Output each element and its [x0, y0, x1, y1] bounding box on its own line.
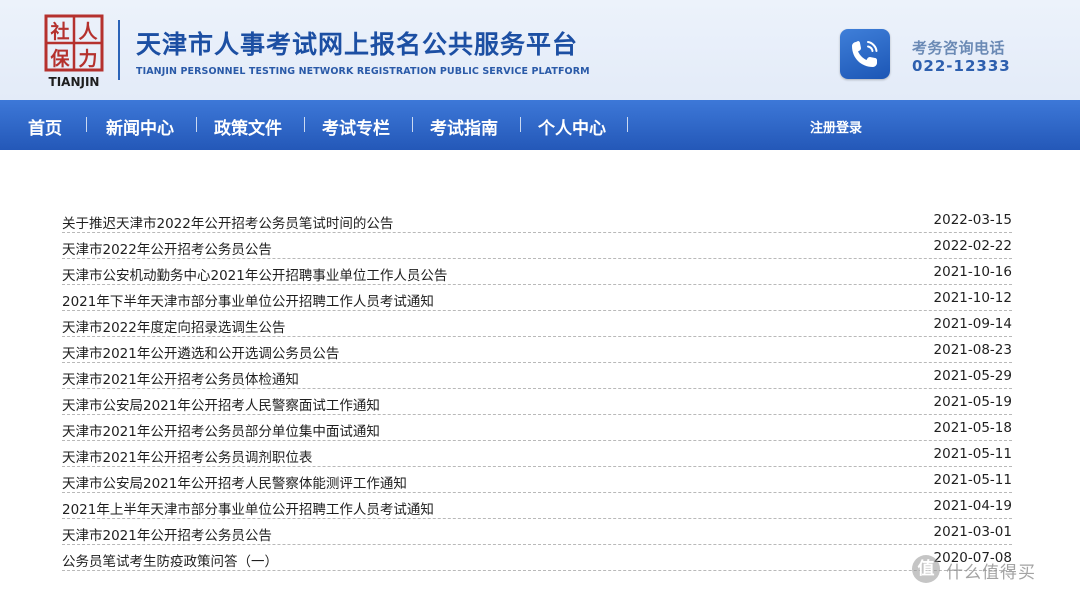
news-date: 2021-05-18: [933, 420, 1012, 436]
list-item[interactable]: 天津市公安局2021年公开招考人民警察面试工作通知 2021-05-19: [62, 389, 1012, 415]
news-date: 2021-05-29: [933, 368, 1012, 384]
news-title-link[interactable]: 天津市2021年公开招考公务员公告: [62, 524, 272, 544]
list-item[interactable]: 天津市2021年公开招考公务员公告 2021-03-01: [62, 519, 1012, 545]
list-item[interactable]: 关于推迟天津市2022年公开招考公务员笔试时间的公告 2022-03-15: [62, 207, 1012, 233]
list-item[interactable]: 天津市公安机动勤务中心2021年公开招聘事业单位工作人员公告 2021-10-16: [62, 259, 1012, 285]
news-title-link[interactable]: 天津市2021年公开招考公务员部分单位集中面试通知: [62, 420, 380, 440]
news-date: 2021-04-19: [933, 498, 1012, 514]
list-item[interactable]: 天津市2021年公开遴选和公开选调公务员公告 2021-08-23: [62, 337, 1012, 363]
list-item[interactable]: 天津市公安局2021年公开招考人民警察体能测评工作通知 2021-05-11: [62, 467, 1012, 493]
nav-separator: [86, 117, 87, 132]
list-item[interactable]: 天津市2022年度定向招录选调生公告 2021-09-14: [62, 311, 1012, 337]
news-title-link[interactable]: 天津市2021年公开遴选和公开选调公务员公告: [62, 342, 339, 362]
logo-char-2: 人: [78, 21, 98, 43]
news-title-link[interactable]: 天津市2021年公开招考公务员体检通知: [62, 368, 299, 388]
logo-char-4: 力: [78, 47, 97, 70]
watermark-badge: 值: [912, 555, 940, 583]
nav-item-exam-guide[interactable]: 考试指南: [430, 114, 498, 139]
main-navbar: 首页 新闻中心 政策文件 考试专栏 考试指南 个人中心 注册登录: [0, 100, 1080, 150]
nav-item-exam-column[interactable]: 考试专栏: [322, 114, 390, 139]
list-item[interactable]: 天津市2021年公开招考公务员体检通知 2021-05-29: [62, 363, 1012, 389]
news-title-link[interactable]: 关于推迟天津市2022年公开招考公务员笔试时间的公告: [62, 212, 393, 232]
hotline-number: 022-12333: [912, 57, 1011, 75]
news-date: 2021-10-16: [933, 264, 1012, 280]
site-subtitle: TIANJIN PERSONNEL TESTING NETWORK REGIST…: [136, 66, 590, 77]
row-divider: [62, 570, 1012, 571]
news-title-link[interactable]: 天津市公安机动勤务中心2021年公开招聘事业单位工作人员公告: [62, 264, 447, 284]
watermark-text: 什么值得买: [946, 563, 1036, 583]
site-title: 天津市人事考试网上报名公共服务平台: [136, 30, 579, 59]
news-date: 2022-02-22: [933, 238, 1012, 254]
nav-separator: [627, 117, 628, 132]
news-date: 2021-05-19: [933, 394, 1012, 410]
logo-char-1: 社: [49, 20, 69, 43]
list-item[interactable]: 天津市2021年公开招考公务员部分单位集中面试通知 2021-05-18: [62, 415, 1012, 441]
list-item[interactable]: 2021年上半年天津市部分事业单位公开招聘工作人员考试通知 2021-04-19: [62, 493, 1012, 519]
news-date: 2021-10-12: [933, 290, 1012, 306]
news-title-link[interactable]: 天津市公安局2021年公开招考人民警察体能测评工作通知: [62, 472, 407, 492]
news-title-link[interactable]: 天津市2022年公开招考公务员公告: [62, 238, 272, 258]
news-title-link[interactable]: 天津市2021年公开招考公务员调剂职位表: [62, 446, 312, 466]
nav-item-home[interactable]: 首页: [28, 114, 62, 139]
nav-item-personal-center[interactable]: 个人中心: [538, 114, 606, 139]
news-title-link[interactable]: 天津市公安局2021年公开招考人民警察面试工作通知: [62, 394, 380, 414]
nav-separator: [412, 117, 413, 132]
nav-item-news-center[interactable]: 新闻中心: [106, 114, 174, 139]
news-date: 2021-05-11: [933, 472, 1012, 488]
news-date: 2021-08-23: [933, 342, 1012, 358]
logo-caption: TIANJIN: [49, 75, 100, 89]
news-date: 2021-03-01: [933, 524, 1012, 540]
news-title-link[interactable]: 天津市2022年度定向招录选调生公告: [62, 316, 285, 336]
list-item[interactable]: 天津市2021年公开招考公务员调剂职位表 2021-05-11: [62, 441, 1012, 467]
news-title-link[interactable]: 公务员笔试考生防疫政策问答（一）: [62, 550, 278, 570]
phone-icon: [840, 29, 890, 79]
list-item[interactable]: 公务员笔试考生防疫政策问答（一） 2020-07-08: [62, 545, 1012, 571]
news-title-link[interactable]: 2021年上半年天津市部分事业单位公开招聘工作人员考试通知: [62, 498, 434, 518]
news-list: 关于推迟天津市2022年公开招考公务员笔试时间的公告 2022-03-15 天津市2…: [62, 207, 1012, 571]
news-date: 2021-05-11: [933, 446, 1012, 462]
nav-item-policy-files[interactable]: 政策文件: [214, 114, 282, 139]
register-login-link[interactable]: 注册登录: [810, 117, 862, 136]
nav-separator: [196, 117, 197, 132]
nav-separator: [304, 117, 305, 132]
list-item[interactable]: 2021年下半年天津市部分事业单位公开招聘工作人员考试通知 2021-10-12: [62, 285, 1012, 311]
site-logo[interactable]: 社 人 保 力 TIANJIN: [44, 14, 106, 90]
list-item[interactable]: 天津市2022年公开招考公务员公告 2022-02-22: [62, 233, 1012, 259]
hotline-label: 考务咨询电话: [912, 39, 1006, 57]
nav-separator: [520, 117, 521, 132]
news-title-link[interactable]: 2021年下半年天津市部分事业单位公开招聘工作人员考试通知: [62, 290, 434, 310]
header-divider: [118, 20, 120, 80]
site-header: 社 人 保 力 TIANJIN 天津市人事考试网上报名公共服务平台 TIANJI…: [0, 0, 1080, 100]
news-date: 2022-03-15: [933, 212, 1012, 228]
logo-char-3: 保: [49, 47, 70, 70]
news-date: 2021-09-14: [933, 316, 1012, 332]
